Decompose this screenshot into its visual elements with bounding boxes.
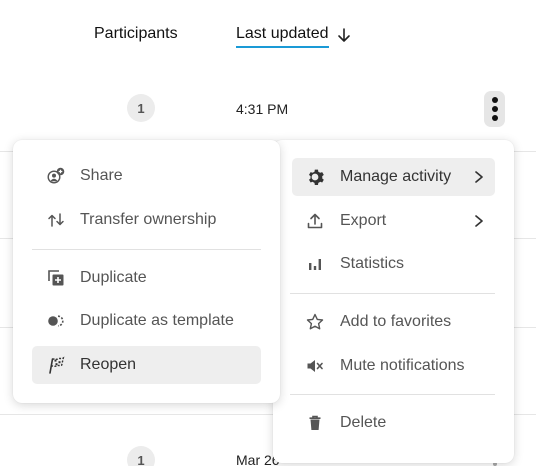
menu-item-label: Duplicate as template: [80, 312, 234, 329]
row-divider: [514, 151, 536, 152]
menu-item-reopen[interactable]: Reopen: [32, 346, 261, 384]
menu-item-export[interactable]: Export: [292, 202, 495, 240]
participants-label: Participants: [94, 25, 178, 42]
menu-item-duplicate-as-template[interactable]: Duplicate as template: [32, 302, 261, 340]
row-divider: [514, 414, 536, 415]
menu-item-label: Transfer ownership: [80, 211, 217, 228]
column-header-participants[interactable]: Participants: [94, 25, 178, 43]
menu-item-label: Delete: [340, 414, 387, 431]
mute-icon: [305, 356, 325, 376]
bar-chart-icon: [305, 254, 325, 274]
sort-descending-icon: [337, 28, 350, 42]
menu-item-manage-activity[interactable]: Manage activity: [292, 158, 495, 196]
last-updated-label: Last updated: [236, 25, 329, 48]
row-divider: [514, 327, 536, 328]
row-divider: [0, 327, 14, 328]
upload-icon: [305, 211, 325, 231]
menu-item-label: Statistics: [340, 255, 405, 272]
menu-item-duplicate[interactable]: Duplicate: [32, 259, 261, 297]
participant-count: 1: [137, 100, 145, 116]
menu-separator: [290, 394, 495, 395]
menu-item-transfer-ownership[interactable]: Transfer ownership: [32, 201, 261, 239]
menu-separator: [290, 293, 495, 294]
transfer-icon: [46, 210, 66, 230]
menu-item-share[interactable]: Share: [32, 157, 261, 195]
participant-count: 1: [137, 452, 145, 466]
menu-item-label: Reopen: [80, 356, 137, 373]
menu-item-statistics[interactable]: Statistics: [292, 245, 495, 283]
menu-item-add-to-favorites[interactable]: Add to favorites: [292, 303, 495, 341]
activity-actions-menu: Manage activity Export Statistics Add to…: [273, 140, 514, 463]
manage-activity-submenu: Share Transfer ownership Duplicate Dupli…: [13, 140, 280, 403]
template-icon: [46, 311, 66, 331]
menu-item-label: Export: [340, 212, 387, 229]
menu-item-label: Manage activity: [340, 168, 452, 185]
row-divider: [514, 238, 536, 239]
more-icon-dot: [491, 115, 498, 121]
participant-count-badge: 1: [127, 446, 155, 466]
menu-item-label: Share: [80, 167, 123, 184]
chevron-right-icon: [475, 171, 483, 183]
menu-item-delete[interactable]: Delete: [292, 404, 495, 442]
more-icon-dot: [491, 106, 498, 112]
menu-item-label: Duplicate: [80, 269, 147, 286]
menu-item-mute-notifications[interactable]: Mute notifications: [292, 347, 495, 385]
participant-count-badge: 1: [127, 94, 155, 122]
duplicate-icon: [46, 268, 66, 288]
menu-separator: [32, 249, 261, 250]
chevron-right-icon: [475, 215, 483, 227]
trash-icon: [305, 413, 325, 433]
row-divider: [0, 151, 14, 152]
reopen-flag-icon: [46, 355, 66, 375]
more-icon-dot: [491, 97, 498, 103]
row-divider: [0, 238, 14, 239]
row-divider: [0, 414, 273, 415]
more-options-button[interactable]: [484, 91, 505, 127]
star-icon: [305, 312, 325, 332]
share-icon: [46, 166, 66, 186]
menu-item-label: Add to favorites: [340, 313, 452, 330]
gear-icon: [305, 167, 325, 187]
menu-item-label: Mute notifications: [340, 357, 465, 374]
last-updated-time: 4:31 PM: [236, 101, 289, 117]
column-header-last-updated[interactable]: Last updated: [236, 25, 351, 48]
